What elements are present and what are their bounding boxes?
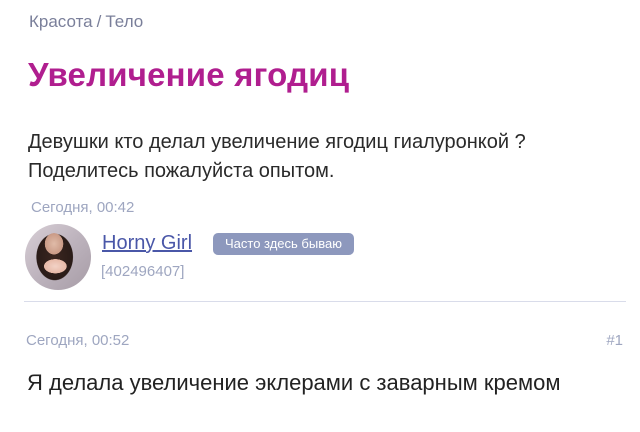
topic-timestamp: Сегодня, 00:42 — [31, 199, 135, 216]
author-username-link[interactable]: Horny Girl — [102, 232, 192, 255]
page-title: Увеличение ягодиц — [28, 56, 350, 93]
reply-text: Я делала увеличение эклерами с заварным … — [27, 370, 561, 395]
status-badge: Часто здесь бываю — [213, 233, 354, 255]
author-user-id: [402496407] — [101, 263, 185, 280]
post-divider — [24, 301, 626, 302]
topic-question-text: Девушки кто делал увеличение ягодиц гиал… — [28, 131, 526, 182]
reply-timestamp: Сегодня, 00:52 — [26, 332, 130, 349]
breadcrumb-separator: / — [96, 12, 102, 31]
breadcrumb-subcategory-link[interactable]: Тело — [105, 12, 143, 31]
breadcrumb-category-link[interactable]: Красота — [29, 12, 93, 31]
breadcrumb: Красота / Тело — [29, 12, 143, 32]
reply-post-number[interactable]: #1 — [606, 332, 623, 349]
avatar[interactable] — [25, 224, 91, 290]
